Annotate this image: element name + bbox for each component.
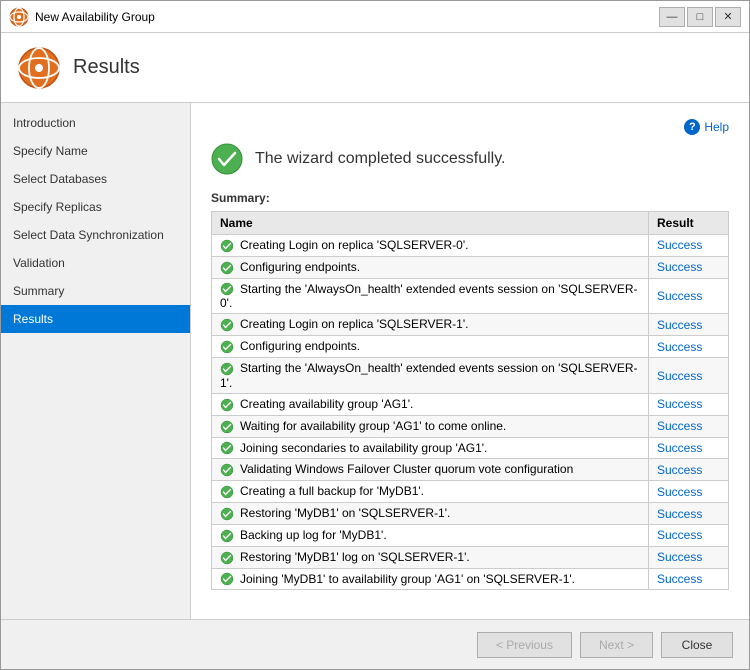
row-result[interactable]: Success xyxy=(649,278,729,314)
row-success-icon xyxy=(220,551,234,565)
table-row: Creating Login on replica 'SQLSERVER-0'.… xyxy=(212,235,729,257)
col-result-header: Result xyxy=(649,212,729,235)
row-success-icon xyxy=(220,485,234,499)
row-success-icon xyxy=(220,529,234,543)
row-success-icon xyxy=(220,362,234,376)
table-row: Creating a full backup for 'MyDB1'.Succe… xyxy=(212,481,729,503)
row-name: Creating Login on replica 'SQLSERVER-1'. xyxy=(212,314,649,336)
row-success-icon xyxy=(220,572,234,586)
table-row: Restoring 'MyDB1' on 'SQLSERVER-1'.Succe… xyxy=(212,503,729,525)
sidebar-item-specify-replicas[interactable]: Specify Replicas xyxy=(1,193,190,221)
row-result[interactable]: Success xyxy=(649,437,729,459)
help-label: Help xyxy=(704,120,729,134)
window-controls: — □ ✕ xyxy=(659,7,741,27)
minimize-button[interactable]: — xyxy=(659,7,685,27)
row-result[interactable]: Success xyxy=(649,393,729,415)
table-row: Configuring endpoints.Success xyxy=(212,256,729,278)
row-result[interactable]: Success xyxy=(649,524,729,546)
row-name: Backing up log for 'MyDB1'. xyxy=(212,524,649,546)
row-name: Joining secondaries to availability grou… xyxy=(212,437,649,459)
sidebar-item-specify-name[interactable]: Specify Name xyxy=(1,137,190,165)
window-close-button[interactable]: ✕ xyxy=(715,7,741,27)
previous-button[interactable]: < Previous xyxy=(477,632,572,658)
app-icon xyxy=(9,7,29,27)
table-row: Joining secondaries to availability grou… xyxy=(212,437,729,459)
row-success-icon xyxy=(220,420,234,434)
row-success-icon xyxy=(220,340,234,354)
footer: < Previous Next > Close xyxy=(1,619,749,669)
window-title: New Availability Group xyxy=(35,10,659,24)
sidebar: Introduction Specify Name Select Databas… xyxy=(1,103,191,619)
table-row: Backing up log for 'MyDB1'.Success xyxy=(212,524,729,546)
row-result[interactable]: Success xyxy=(649,358,729,394)
row-name: Creating Login on replica 'SQLSERVER-0'. xyxy=(212,235,649,257)
row-success-icon xyxy=(220,398,234,412)
table-row: Starting the 'AlwaysOn_health' extended … xyxy=(212,358,729,394)
row-name: Starting the 'AlwaysOn_health' extended … xyxy=(212,358,649,394)
next-button[interactable]: Next > xyxy=(580,632,653,658)
sidebar-item-select-data-sync[interactable]: Select Data Synchronization xyxy=(1,221,190,249)
row-name: Configuring endpoints. xyxy=(212,256,649,278)
header-icon xyxy=(17,46,61,90)
table-row: Starting the 'AlwaysOn_health' extended … xyxy=(212,278,729,314)
row-result[interactable]: Success xyxy=(649,503,729,525)
content-inner: ? Help The wizard completed successfully… xyxy=(191,103,749,619)
row-success-icon xyxy=(220,318,234,332)
content-area: ? Help The wizard completed successfully… xyxy=(191,103,749,619)
header-section: Results xyxy=(1,33,749,103)
row-result[interactable]: Success xyxy=(649,235,729,257)
table-row: Configuring endpoints.Success xyxy=(212,336,729,358)
maximize-button[interactable]: □ xyxy=(687,7,713,27)
page-title: Results xyxy=(73,56,140,79)
row-result[interactable]: Success xyxy=(649,415,729,437)
sidebar-item-summary[interactable]: Summary xyxy=(1,277,190,305)
sidebar-item-introduction[interactable]: Introduction xyxy=(1,109,190,137)
sidebar-item-select-databases[interactable]: Select Databases xyxy=(1,165,190,193)
success-message: The wizard completed successfully. xyxy=(255,150,505,168)
row-name: Validating Windows Failover Cluster quor… xyxy=(212,459,649,481)
success-icon xyxy=(211,143,243,175)
row-result[interactable]: Success xyxy=(649,546,729,568)
row-result[interactable]: Success xyxy=(649,481,729,503)
help-row: ? Help xyxy=(211,119,729,135)
help-icon: ? xyxy=(684,119,700,135)
title-bar: New Availability Group — □ ✕ xyxy=(1,1,749,33)
sidebar-item-validation[interactable]: Validation xyxy=(1,249,190,277)
row-success-icon xyxy=(220,507,234,521)
row-name: Joining 'MyDB1' to availability group 'A… xyxy=(212,568,649,590)
row-name: Restoring 'MyDB1' log on 'SQLSERVER-1'. xyxy=(212,546,649,568)
summary-label: Summary: xyxy=(211,191,729,205)
table-row: Restoring 'MyDB1' log on 'SQLSERVER-1'.S… xyxy=(212,546,729,568)
row-result[interactable]: Success xyxy=(649,568,729,590)
sidebar-item-results[interactable]: Results xyxy=(1,305,190,333)
row-name: Configuring endpoints. xyxy=(212,336,649,358)
row-success-icon xyxy=(220,261,234,275)
table-row: Joining 'MyDB1' to availability group 'A… xyxy=(212,568,729,590)
results-table: Name Result Creating Login on replica 'S… xyxy=(211,211,729,590)
main-content: Introduction Specify Name Select Databas… xyxy=(1,103,749,619)
row-result[interactable]: Success xyxy=(649,336,729,358)
success-banner: The wizard completed successfully. xyxy=(211,143,729,175)
col-name-header: Name xyxy=(212,212,649,235)
row-name: Starting the 'AlwaysOn_health' extended … xyxy=(212,278,649,314)
help-link[interactable]: ? Help xyxy=(684,119,729,135)
row-name: Restoring 'MyDB1' on 'SQLSERVER-1'. xyxy=(212,503,649,525)
row-success-icon xyxy=(220,239,234,253)
row-result[interactable]: Success xyxy=(649,314,729,336)
row-success-icon xyxy=(220,463,234,477)
row-success-icon xyxy=(220,441,234,455)
row-result[interactable]: Success xyxy=(649,459,729,481)
table-row: Waiting for availability group 'AG1' to … xyxy=(212,415,729,437)
table-row: Validating Windows Failover Cluster quor… xyxy=(212,459,729,481)
row-name: Waiting for availability group 'AG1' to … xyxy=(212,415,649,437)
row-name: Creating availability group 'AG1'. xyxy=(212,393,649,415)
row-result[interactable]: Success xyxy=(649,256,729,278)
row-success-icon xyxy=(220,282,234,296)
close-button[interactable]: Close xyxy=(661,632,733,658)
row-name: Creating a full backup for 'MyDB1'. xyxy=(212,481,649,503)
table-row: Creating availability group 'AG1'.Succes… xyxy=(212,393,729,415)
table-row: Creating Login on replica 'SQLSERVER-1'.… xyxy=(212,314,729,336)
main-window: New Availability Group — □ ✕ Results Int… xyxy=(0,0,750,670)
